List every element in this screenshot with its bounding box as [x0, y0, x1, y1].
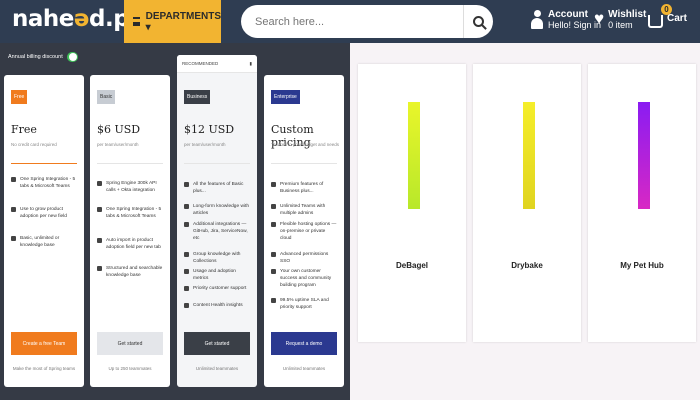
plan-feature: All the features of Basic plus... [184, 181, 251, 195]
feature-icon [271, 252, 276, 257]
plan-feature: Flexible hosting options — on-premise or… [271, 221, 338, 242]
departments-label: DEPARTMENTS ▾ [145, 10, 221, 33]
plan-badge: Enterprise [271, 90, 300, 104]
divider [271, 163, 337, 164]
plan-feature: Auto import in product adoption field pe… [97, 237, 164, 251]
plan-card-basic: Basic $6 USD per team/user/month Spring … [90, 75, 170, 387]
feature-icon [97, 207, 102, 212]
site-header: naheəd.pk DEPARTMENTS ▾ Account Hello! S… [0, 0, 700, 43]
feature-icon [97, 181, 102, 186]
plan-badge: Basic [97, 90, 116, 104]
cart-label: Cart [667, 13, 688, 24]
feature-icon [271, 204, 276, 209]
product-name[interactable]: Drybake [473, 261, 581, 270]
product-card[interactable]: DeBagel [358, 64, 466, 342]
bookmark-icon: ▮ [249, 60, 252, 66]
heart-icon: ♥ [594, 9, 605, 28]
product-card[interactable]: Drybake [473, 64, 581, 342]
wishlist-link[interactable]: ♥ Wishlist 0 item [594, 9, 646, 30]
plan-feature: Spring Engine 300k API calls + Okta inte… [97, 180, 164, 194]
departments-button[interactable]: DEPARTMENTS ▾ [124, 0, 221, 43]
plan-feature: Premium features of Business plus... [271, 181, 338, 195]
plan-feature: Your own customer success and community … [271, 268, 338, 289]
cart-count-badge: 0 [661, 4, 672, 15]
plan-feature: One Spring Integration - 5 tabs & Micros… [97, 206, 164, 220]
billing-toggle[interactable] [66, 52, 78, 62]
product-name[interactable]: My Pet Hub [588, 261, 696, 270]
plan-footnote: Make the most of Spring teams [12, 366, 76, 371]
feature-icon [184, 303, 189, 308]
plan-card-enterprise: Enterprise Custom pricing Tailored to yo… [264, 75, 344, 387]
plan-feature: Long-form knowledge with articles [184, 203, 251, 217]
product-image[interactable] [408, 102, 420, 209]
plan-badge: Business [184, 90, 211, 104]
plan-feature: Usage and adoption metrics [184, 268, 251, 282]
plan-feature: Structured and searchable knowledge base [97, 265, 164, 279]
feature-icon [184, 286, 189, 291]
feature-icon [11, 236, 16, 241]
plan-price: $6 USD [97, 123, 141, 136]
plan-feature: Advanced permissions SSO [271, 251, 338, 265]
billing-label: Annual billing discount [8, 54, 63, 60]
plan-feature: 99.5% uptime SLA and priority support [271, 297, 338, 311]
search-button[interactable] [463, 5, 493, 38]
product-card[interactable]: My Pet Hub [588, 64, 696, 342]
plan-feature: Use to grow product adoption per new fie… [11, 206, 78, 220]
feature-icon [184, 269, 189, 274]
feature-icon [97, 238, 102, 243]
plan-price: Free [11, 123, 37, 136]
feature-icon [184, 252, 189, 257]
account-link[interactable]: Account Hello! Sign in [531, 9, 601, 31]
wishlist-title: Wishlist [608, 9, 647, 20]
feature-icon [97, 266, 102, 271]
feature-icon [184, 222, 189, 227]
plan-footnote: Unlimited teammates [195, 366, 239, 371]
feature-icon [271, 298, 276, 303]
create-free-team-button[interactable]: Create a free Team [11, 332, 77, 355]
wishlist-count: 0 item [608, 20, 633, 30]
plan-price: $12 USD [184, 123, 235, 136]
recommended-ribbon: RECOMMENDED ▮ [177, 55, 257, 73]
plan-feature: Group knowledge with Collections [184, 251, 251, 265]
plan-feature: Content Health insights [184, 302, 251, 309]
plan-footnote: Up to 250 teammates [108, 366, 152, 371]
basic-get-started-button[interactable]: Get started [97, 332, 163, 355]
plan-feature: Additional integrations — GitHub, Jira, … [184, 221, 251, 242]
request-demo-button[interactable]: Request a demo [271, 332, 337, 355]
plan-subtitle: Tailored to your budget and needs [271, 142, 340, 147]
plan-card-business: RECOMMENDED ▮ Business $12 USD per team/u… [177, 55, 257, 387]
business-get-started-button[interactable]: Get started [184, 332, 250, 355]
user-icon [531, 9, 543, 31]
feature-icon [271, 222, 276, 227]
search-bar [241, 5, 493, 38]
feature-icon [184, 204, 189, 209]
menu-icon [133, 17, 140, 26]
plan-feature: Basic, unlimited or knowledge base [11, 235, 78, 249]
plan-feature: One Spring Integration - 5 tabs & Micros… [11, 176, 78, 190]
plan-subtitle: No credit card required [11, 142, 57, 147]
plan-subtitle: per team/user/month [184, 142, 226, 147]
feature-icon [271, 182, 276, 187]
search-input[interactable] [255, 15, 465, 28]
plan-subtitle: per team/user/month [97, 142, 139, 147]
feature-icon [271, 269, 276, 274]
feature-icon [11, 207, 16, 212]
divider [11, 163, 77, 164]
billing-toggle-row: Annual billing discount [8, 52, 78, 62]
product-image[interactable] [523, 102, 535, 209]
plan-feature: Priority customer support [184, 285, 251, 292]
cart-icon [648, 15, 663, 28]
product-name[interactable]: DeBagel [358, 261, 466, 270]
divider [184, 163, 250, 164]
search-icon [473, 16, 484, 27]
product-image[interactable] [638, 102, 650, 209]
divider [97, 163, 163, 164]
plan-footnote: Unlimited teammates [282, 366, 326, 371]
plan-feature: Unlimited Teams with multiple admins [271, 203, 338, 217]
plan-card-free: Free Free No credit card required One Sp… [4, 75, 84, 387]
feature-icon [11, 177, 16, 182]
plan-badge: Free [11, 90, 28, 104]
feature-icon [184, 182, 189, 187]
